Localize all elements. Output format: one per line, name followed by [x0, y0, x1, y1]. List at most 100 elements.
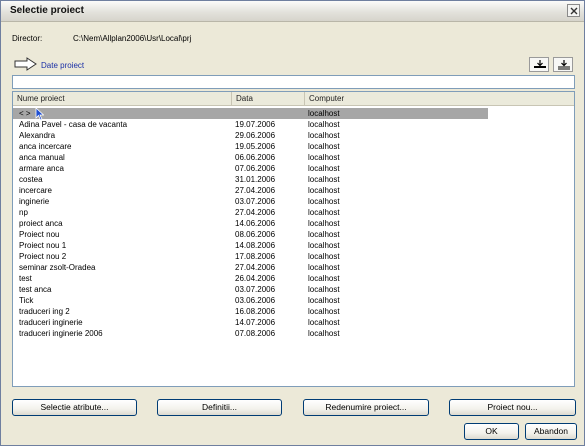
- cell-name: Proiect nou 1: [19, 241, 67, 250]
- close-button[interactable]: [567, 4, 580, 17]
- table-row[interactable]: < > localhost: [13, 107, 488, 121]
- collapse-all-icon: [558, 60, 570, 70]
- panel-label[interactable]: Date proiect: [41, 61, 84, 70]
- table-row[interactable]: anca incercare 19.05.2006 localhost: [13, 141, 574, 152]
- rename-project-button[interactable]: Redenumire proiect...: [303, 399, 429, 416]
- table-row[interactable]: anca manual 06.06.2006 localhost: [13, 152, 574, 163]
- cell-date: 29.06.2006: [235, 131, 276, 140]
- cell-computer: localhost: [308, 241, 340, 250]
- list-header: Nume proiect Data Computer: [13, 92, 574, 106]
- column-header-date[interactable]: Data: [232, 92, 305, 105]
- filter-input[interactable]: [12, 75, 575, 89]
- cell-computer: localhost: [308, 175, 340, 184]
- expand-all-button[interactable]: [529, 57, 549, 72]
- cell-name: Tick: [19, 296, 34, 305]
- new-project-button[interactable]: Proiect nou...: [449, 399, 576, 416]
- cell-computer: localhost: [308, 274, 340, 283]
- cell-computer: localhost: [308, 263, 340, 272]
- cell-name: traduceri ing 2: [19, 307, 70, 316]
- column-header-computer[interactable]: Computer: [305, 92, 574, 105]
- cell-name: anca incercare: [19, 142, 72, 151]
- table-row[interactable]: inginerie 03.07.2006 localhost: [13, 196, 574, 207]
- collapse-all-button[interactable]: [553, 57, 573, 72]
- cell-computer: localhost: [308, 109, 340, 118]
- cell-date: 14.08.2006: [235, 241, 276, 250]
- table-row[interactable]: Adina Pavel - casa de vacanta 19.07.2006 l…: [13, 119, 574, 130]
- cell-date: 03.06.2006: [235, 296, 276, 305]
- table-row[interactable]: traduceri inginerie 2006 07.08.2006 localh…: [13, 328, 574, 339]
- cell-name: anca manual: [19, 153, 65, 162]
- cell-date: 31.01.2006: [235, 175, 276, 184]
- cell-date: 14.06.2006: [235, 219, 276, 228]
- table-row[interactable]: proiect anca 14.06.2006 localhost: [13, 218, 574, 229]
- cell-name: Proiect nou 2: [19, 252, 67, 261]
- table-row[interactable]: Proiect nou 08.06.2006 localhost: [13, 229, 574, 240]
- cell-name: inginerie: [19, 197, 50, 206]
- cell-date: 03.07.2006: [235, 285, 276, 294]
- cell-date: 19.07.2006: [235, 120, 276, 129]
- cell-date: 27.04.2006: [235, 186, 276, 195]
- cell-date: 27.04.2006: [235, 263, 276, 272]
- project-data-panel-header: Date proiect: [12, 57, 575, 73]
- cell-name: Proiect nou: [19, 230, 60, 239]
- close-icon: [570, 7, 578, 15]
- table-row[interactable]: traduceri inginerie 14.07.2006 localhost: [13, 317, 574, 328]
- cell-computer: localhost: [308, 142, 340, 151]
- table-row[interactable]: test 26.04.2006 localhost: [13, 273, 574, 284]
- cell-computer: localhost: [308, 208, 340, 217]
- cell-computer: localhost: [308, 252, 340, 261]
- cell-name: costea: [19, 175, 43, 184]
- cancel-button[interactable]: Abandon: [525, 423, 577, 440]
- cell-computer: localhost: [308, 318, 340, 327]
- column-header-name[interactable]: Nume proiect: [13, 92, 232, 105]
- cell-computer: localhost: [308, 285, 340, 294]
- cell-date: 03.07.2006: [235, 197, 276, 206]
- table-row[interactable]: armare anca 07.06.2006 localhost: [13, 163, 574, 174]
- cell-computer: localhost: [308, 131, 340, 140]
- cell-name: Adina Pavel - casa de vacanta: [19, 120, 128, 129]
- directory-label: Director:: [12, 34, 43, 43]
- cell-computer: localhost: [308, 329, 340, 338]
- cell-date: 14.07.2006: [235, 318, 276, 327]
- cell-name: traduceri inginerie 2006: [19, 329, 103, 338]
- cell-computer: localhost: [308, 197, 340, 206]
- project-list[interactable]: Nume proiect Data Computer < > localhost A…: [12, 91, 575, 387]
- cell-name: Alexandra: [19, 131, 56, 140]
- project-selection-dialog: Selectie proiect Director: C:\Nem\Allpla…: [0, 0, 585, 446]
- cell-computer: localhost: [308, 307, 340, 316]
- cell-name: proiect anca: [19, 219, 63, 228]
- cell-date: 08.06.2006: [235, 230, 276, 239]
- select-attributes-button[interactable]: Selectie atribute...: [12, 399, 137, 416]
- table-row[interactable]: costea 31.01.2006 localhost: [13, 174, 574, 185]
- arrow-right-icon[interactable]: [14, 57, 38, 71]
- table-row[interactable]: np 27.04.2006 localhost: [13, 207, 574, 218]
- cell-date: 07.06.2006: [235, 164, 276, 173]
- cell-name: traduceri inginerie: [19, 318, 83, 327]
- ok-button[interactable]: OK: [464, 423, 519, 440]
- table-row[interactable]: Tick 03.06.2006 localhost: [13, 295, 574, 306]
- cell-name: incercare: [19, 186, 52, 195]
- cell-date: 06.06.2006: [235, 153, 276, 162]
- title-bar[interactable]: Selectie proiect: [1, 1, 584, 22]
- definitions-button[interactable]: Definitii...: [157, 399, 282, 416]
- window-title: Selectie proiect: [10, 5, 84, 16]
- cell-name: armare anca: [19, 164, 64, 173]
- table-row[interactable]: test anca 03.07.2006 localhost: [13, 284, 574, 295]
- list-rows: < > localhost Adina Pavel - casa de vacant…: [13, 107, 574, 339]
- table-row[interactable]: seminar zsolt-Oradea 27.04.2006 localhost: [13, 262, 574, 273]
- table-row[interactable]: incercare 27.04.2006 localhost: [13, 185, 574, 196]
- cell-name: np: [19, 208, 28, 217]
- cell-computer: localhost: [308, 219, 340, 228]
- cell-date: 17.08.2006: [235, 252, 276, 261]
- expand-all-icon: [534, 60, 546, 68]
- cell-date: 27.04.2006: [235, 208, 276, 217]
- cell-computer: localhost: [308, 120, 340, 129]
- table-row[interactable]: Proiect nou 2 17.08.2006 localhost: [13, 251, 574, 262]
- cell-computer: localhost: [308, 186, 340, 195]
- cell-name: seminar zsolt-Oradea: [19, 263, 96, 272]
- table-row[interactable]: traduceri ing 2 16.08.2006 localhost: [13, 306, 574, 317]
- table-row[interactable]: Alexandra 29.06.2006 localhost: [13, 130, 574, 141]
- cell-computer: localhost: [308, 296, 340, 305]
- cell-date: 26.04.2006: [235, 274, 276, 283]
- table-row[interactable]: Proiect nou 1 14.08.2006 localhost: [13, 240, 574, 251]
